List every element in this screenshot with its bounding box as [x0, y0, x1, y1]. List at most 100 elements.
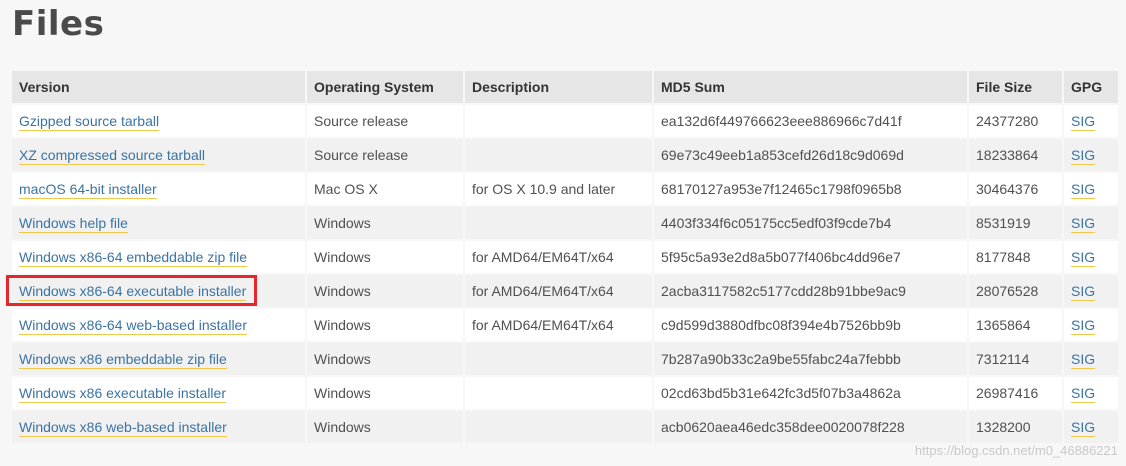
sig-link[interactable]: SIG — [1071, 317, 1096, 335]
version-link[interactable]: Windows x86-64 embeddable zip file — [19, 249, 248, 267]
gpg-cell: SIG — [1064, 377, 1118, 409]
file-size-cell: 30464376 — [969, 173, 1062, 205]
description-cell: for AMD64/EM64T/x64 — [465, 241, 652, 273]
version-cell: Windows x86-64 web-based installer — [12, 309, 305, 341]
version-cell: XZ compressed source tarball — [12, 139, 305, 171]
os-cell: Windows — [307, 377, 463, 409]
gpg-cell: SIG — [1064, 207, 1118, 239]
os-cell: Windows — [307, 241, 463, 273]
version-cell: Windows x86 web-based installer — [12, 411, 305, 443]
version-cell: Windows x86 executable installer — [12, 377, 305, 409]
page-title: Files — [12, 4, 105, 44]
version-cell: Windows x86-64 embeddable zip file — [12, 241, 305, 273]
sig-link[interactable]: SIG — [1071, 147, 1096, 165]
version-link[interactable]: Windows x86 embeddable zip file — [19, 351, 227, 369]
gpg-cell: SIG — [1064, 139, 1118, 171]
gpg-cell: SIG — [1064, 105, 1118, 137]
version-cell: Windows x86-64 executable installer — [12, 275, 305, 307]
os-cell: Windows — [307, 309, 463, 341]
file-size-cell: 7312114 — [969, 343, 1062, 375]
file-size-cell: 18233864 — [969, 139, 1062, 171]
version-link[interactable]: Windows help file — [19, 215, 128, 233]
table-row: macOS 64-bit installer Mac OS X for OS X… — [12, 173, 1118, 205]
watermark: https://blog.csdn.net/m0_46886221 — [914, 443, 1118, 458]
files-table: Version Operating System Description MD5… — [10, 69, 1120, 445]
file-size-cell: 24377280 — [969, 105, 1062, 137]
column-header-gpg[interactable]: GPG — [1064, 71, 1118, 103]
gpg-cell: SIG — [1064, 343, 1118, 375]
version-link[interactable]: Windows x86 executable installer — [19, 385, 226, 403]
version-link[interactable]: Windows x86 web-based installer — [19, 419, 227, 437]
md5-cell: ea132d6f449766623eee886966c7d41f — [654, 105, 967, 137]
md5-cell: 5f95c5a93e2d8a5b077f406bc4dd96e7 — [654, 241, 967, 273]
description-cell — [465, 411, 652, 443]
md5-cell: 7b287a90b33c2a9be55fabc24a7febbb — [654, 343, 967, 375]
os-cell: Windows — [307, 207, 463, 239]
description-cell — [465, 139, 652, 171]
table-row: Windows x86-64 web-based installer Windo… — [12, 309, 1118, 341]
description-cell — [465, 207, 652, 239]
column-header-operating-system[interactable]: Operating System — [307, 71, 463, 103]
os-cell: Source release — [307, 105, 463, 137]
md5-cell: 4403f334f6c05175cc5edf03f9cde7b4 — [654, 207, 967, 239]
gpg-cell: SIG — [1064, 309, 1118, 341]
table-row: Windows x86 executable installer Windows… — [12, 377, 1118, 409]
description-cell — [465, 343, 652, 375]
version-cell: Windows x86 embeddable zip file — [12, 343, 305, 375]
gpg-cell: SIG — [1064, 275, 1118, 307]
file-size-cell: 28076528 — [969, 275, 1062, 307]
md5-cell: c9d599d3880dfbc08f394e4b7526bb9b — [654, 309, 967, 341]
os-cell: Source release — [307, 139, 463, 171]
column-header-md5-sum[interactable]: MD5 Sum — [654, 71, 967, 103]
os-cell: Windows — [307, 343, 463, 375]
description-cell: for AMD64/EM64T/x64 — [465, 275, 652, 307]
gpg-cell: SIG — [1064, 173, 1118, 205]
table-row: Windows x86 web-based installer Windows … — [12, 411, 1118, 443]
file-size-cell: 1365864 — [969, 309, 1062, 341]
table-header-row: Version Operating System Description MD5… — [12, 71, 1118, 103]
md5-cell: 68170127a953e7f12465c1798f0965b8 — [654, 173, 967, 205]
md5-cell: acb0620aea46edc358dee0020078f228 — [654, 411, 967, 443]
sig-link[interactable]: SIG — [1071, 419, 1096, 437]
table-row: Gzipped source tarball Source release ea… — [12, 105, 1118, 137]
file-size-cell: 26987416 — [969, 377, 1062, 409]
table-row: XZ compressed source tarball Source rele… — [12, 139, 1118, 171]
md5-cell: 02cd63bd5b31e642fc3d5f07b3a4862a — [654, 377, 967, 409]
version-link[interactable]: Windows x86-64 web-based installer — [19, 317, 247, 335]
os-cell: Mac OS X — [307, 173, 463, 205]
column-header-version[interactable]: Version — [12, 71, 305, 103]
description-cell: for AMD64/EM64T/x64 — [465, 309, 652, 341]
table-row: Windows x86-64 embeddable zip file Windo… — [12, 241, 1118, 273]
gpg-cell: SIG — [1064, 241, 1118, 273]
file-size-cell: 1328200 — [969, 411, 1062, 443]
version-cell: macOS 64-bit installer — [12, 173, 305, 205]
md5-cell: 69e73c49eeb1a853cefd26d18c9d069d — [654, 139, 967, 171]
description-cell: for OS X 10.9 and later — [465, 173, 652, 205]
os-cell: Windows — [307, 275, 463, 307]
table-row: Windows help file Windows 4403f334f6c051… — [12, 207, 1118, 239]
sig-link[interactable]: SIG — [1071, 283, 1096, 301]
version-link[interactable]: Windows x86-64 executable installer — [19, 283, 247, 301]
gpg-cell: SIG — [1064, 411, 1118, 443]
description-cell — [465, 105, 652, 137]
table-row: Windows x86 embeddable zip file Windows … — [12, 343, 1118, 375]
column-header-description[interactable]: Description — [465, 71, 652, 103]
sig-link[interactable]: SIG — [1071, 351, 1096, 369]
column-header-file-size[interactable]: File Size — [969, 71, 1062, 103]
sig-link[interactable]: SIG — [1071, 215, 1096, 233]
sig-link[interactable]: SIG — [1071, 249, 1096, 267]
table-row: Windows x86-64 executable installer Wind… — [12, 275, 1118, 307]
version-link[interactable]: XZ compressed source tarball — [19, 147, 205, 165]
version-link[interactable]: macOS 64-bit installer — [19, 181, 157, 199]
file-size-cell: 8177848 — [969, 241, 1062, 273]
os-cell: Windows — [307, 411, 463, 443]
sig-link[interactable]: SIG — [1071, 113, 1096, 131]
description-cell — [465, 377, 652, 409]
version-link[interactable]: Gzipped source tarball — [19, 113, 160, 131]
sig-link[interactable]: SIG — [1071, 385, 1096, 403]
md5-cell: 2acba3117582c5177cdd28b91bbe9ac9 — [654, 275, 967, 307]
sig-link[interactable]: SIG — [1071, 181, 1096, 199]
version-cell: Windows help file — [12, 207, 305, 239]
file-size-cell: 8531919 — [969, 207, 1062, 239]
version-cell: Gzipped source tarball — [12, 105, 305, 137]
